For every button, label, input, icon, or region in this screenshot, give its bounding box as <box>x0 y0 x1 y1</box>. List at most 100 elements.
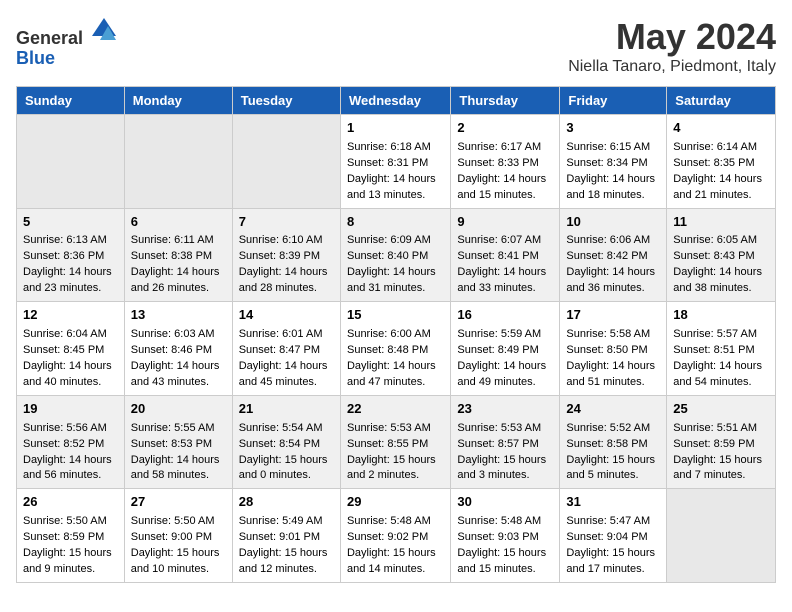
day-info: Sunset: 8:51 PM <box>673 343 769 359</box>
day-info: Sunset: 8:36 PM <box>23 249 118 265</box>
day-number: 9 <box>457 213 553 232</box>
calendar-cell: 1Sunrise: 6:18 AMSunset: 8:31 PMDaylight… <box>340 115 450 209</box>
day-info: and 17 minutes. <box>566 562 660 578</box>
calendar-body: 1Sunrise: 6:18 AMSunset: 8:31 PMDaylight… <box>17 115 776 583</box>
day-info: Sunrise: 5:53 AM <box>347 421 444 437</box>
day-info: Sunrise: 5:54 AM <box>239 421 334 437</box>
calendar-cell: 20Sunrise: 5:55 AMSunset: 8:53 PMDayligh… <box>124 395 232 489</box>
header-day-sunday: Sunday <box>17 87 125 115</box>
day-info: Daylight: 14 hours <box>131 265 226 281</box>
calendar-cell: 17Sunrise: 5:58 AMSunset: 8:50 PMDayligh… <box>560 302 667 396</box>
day-info: Sunset: 8:59 PM <box>673 437 769 453</box>
day-info: Sunrise: 6:09 AM <box>347 233 444 249</box>
day-info: Daylight: 14 hours <box>347 172 444 188</box>
header-day-tuesday: Tuesday <box>232 87 340 115</box>
header-day-saturday: Saturday <box>667 87 776 115</box>
day-info: Sunset: 9:02 PM <box>347 530 444 546</box>
day-info: Daylight: 14 hours <box>673 265 769 281</box>
day-info: and 5 minutes. <box>566 468 660 484</box>
day-number: 12 <box>23 306 118 325</box>
calendar-cell: 19Sunrise: 5:56 AMSunset: 8:52 PMDayligh… <box>17 395 125 489</box>
logo-icon <box>90 16 118 44</box>
day-info: Daylight: 15 hours <box>23 546 118 562</box>
day-info: Sunset: 8:54 PM <box>239 437 334 453</box>
day-info: Sunrise: 6:04 AM <box>23 327 118 343</box>
calendar-cell <box>667 489 776 583</box>
day-info: Daylight: 14 hours <box>131 359 226 375</box>
day-info: Daylight: 14 hours <box>566 359 660 375</box>
day-number: 18 <box>673 306 769 325</box>
day-info: Sunset: 8:34 PM <box>566 156 660 172</box>
calendar-cell: 25Sunrise: 5:51 AMSunset: 8:59 PMDayligh… <box>667 395 776 489</box>
day-info: and 45 minutes. <box>239 375 334 391</box>
day-info: Sunrise: 5:52 AM <box>566 421 660 437</box>
day-info: Daylight: 14 hours <box>566 265 660 281</box>
calendar-cell: 14Sunrise: 6:01 AMSunset: 8:47 PMDayligh… <box>232 302 340 396</box>
day-info: and 15 minutes. <box>457 562 553 578</box>
day-info: Sunset: 8:58 PM <box>566 437 660 453</box>
day-info: Daylight: 15 hours <box>457 546 553 562</box>
day-info: Sunrise: 5:50 AM <box>131 514 226 530</box>
day-info: Sunrise: 6:01 AM <box>239 327 334 343</box>
day-info: Daylight: 14 hours <box>131 453 226 469</box>
day-number: 7 <box>239 213 334 232</box>
day-info: Daylight: 15 hours <box>239 546 334 562</box>
day-info: Daylight: 15 hours <box>566 546 660 562</box>
logo-general: General <box>16 28 83 48</box>
calendar-header-row: SundayMondayTuesdayWednesdayThursdayFrid… <box>17 87 776 115</box>
day-info: Sunset: 8:43 PM <box>673 249 769 265</box>
header-day-wednesday: Wednesday <box>340 87 450 115</box>
day-number: 8 <box>347 213 444 232</box>
day-info: Sunset: 8:48 PM <box>347 343 444 359</box>
day-info: and 47 minutes. <box>347 375 444 391</box>
day-number: 29 <box>347 493 444 512</box>
day-info: Daylight: 15 hours <box>131 546 226 562</box>
day-info: Sunrise: 5:47 AM <box>566 514 660 530</box>
day-info: and 58 minutes. <box>131 468 226 484</box>
day-info: Daylight: 14 hours <box>239 265 334 281</box>
day-info: and 28 minutes. <box>239 281 334 297</box>
day-info: Sunrise: 5:58 AM <box>566 327 660 343</box>
day-info: Sunrise: 6:07 AM <box>457 233 553 249</box>
logo-text: General Blue <box>16 16 118 69</box>
header: General Blue May 2024 Niella Tanaro, Pie… <box>16 16 776 76</box>
day-number: 24 <box>566 400 660 419</box>
day-info: Daylight: 15 hours <box>239 453 334 469</box>
calendar-cell: 18Sunrise: 5:57 AMSunset: 8:51 PMDayligh… <box>667 302 776 396</box>
day-info: Sunset: 8:35 PM <box>673 156 769 172</box>
day-info: Sunrise: 6:06 AM <box>566 233 660 249</box>
day-info: Daylight: 14 hours <box>457 172 553 188</box>
day-info: Daylight: 15 hours <box>566 453 660 469</box>
calendar-cell: 24 Sunrise: 5:52 AMSunset: 8:58 PMDayligh… <box>560 395 667 489</box>
day-info: and 14 minutes. <box>347 562 444 578</box>
day-number: 15 <box>347 306 444 325</box>
day-info: Sunset: 9:01 PM <box>239 530 334 546</box>
day-info: and 2 minutes. <box>347 468 444 484</box>
day-info: Sunset: 9:03 PM <box>457 530 553 546</box>
calendar-cell: 15Sunrise: 6:00 AMSunset: 8:48 PMDayligh… <box>340 302 450 396</box>
day-info: and 23 minutes. <box>23 281 118 297</box>
day-number: 23 <box>457 400 553 419</box>
header-day-friday: Friday <box>560 87 667 115</box>
day-info: Sunset: 8:50 PM <box>566 343 660 359</box>
calendar-week-1: 1Sunrise: 6:18 AMSunset: 8:31 PMDaylight… <box>17 115 776 209</box>
day-info: Sunrise: 5:55 AM <box>131 421 226 437</box>
calendar-cell: 31Sunrise: 5:47 AMSunset: 9:04 PMDayligh… <box>560 489 667 583</box>
day-info: Sunrise: 6:14 AM <box>673 140 769 156</box>
day-info: and 43 minutes. <box>131 375 226 391</box>
calendar-cell: 4Sunrise: 6:14 AMSunset: 8:35 PMDaylight… <box>667 115 776 209</box>
calendar-cell: 27Sunrise: 5:50 AMSunset: 9:00 PMDayligh… <box>124 489 232 583</box>
day-info: Sunset: 8:52 PM <box>23 437 118 453</box>
day-info: Daylight: 14 hours <box>457 359 553 375</box>
day-info: Sunset: 8:49 PM <box>457 343 553 359</box>
day-info: and 31 minutes. <box>347 281 444 297</box>
day-info: Sunrise: 5:56 AM <box>23 421 118 437</box>
day-info: Sunrise: 6:00 AM <box>347 327 444 343</box>
day-info: Sunrise: 6:18 AM <box>347 140 444 156</box>
day-info: and 12 minutes. <box>239 562 334 578</box>
day-number: 31 <box>566 493 660 512</box>
day-info: and 36 minutes. <box>566 281 660 297</box>
calendar-week-3: 12Sunrise: 6:04 AMSunset: 8:45 PMDayligh… <box>17 302 776 396</box>
day-info: and 51 minutes. <box>566 375 660 391</box>
day-info: Daylight: 14 hours <box>23 453 118 469</box>
